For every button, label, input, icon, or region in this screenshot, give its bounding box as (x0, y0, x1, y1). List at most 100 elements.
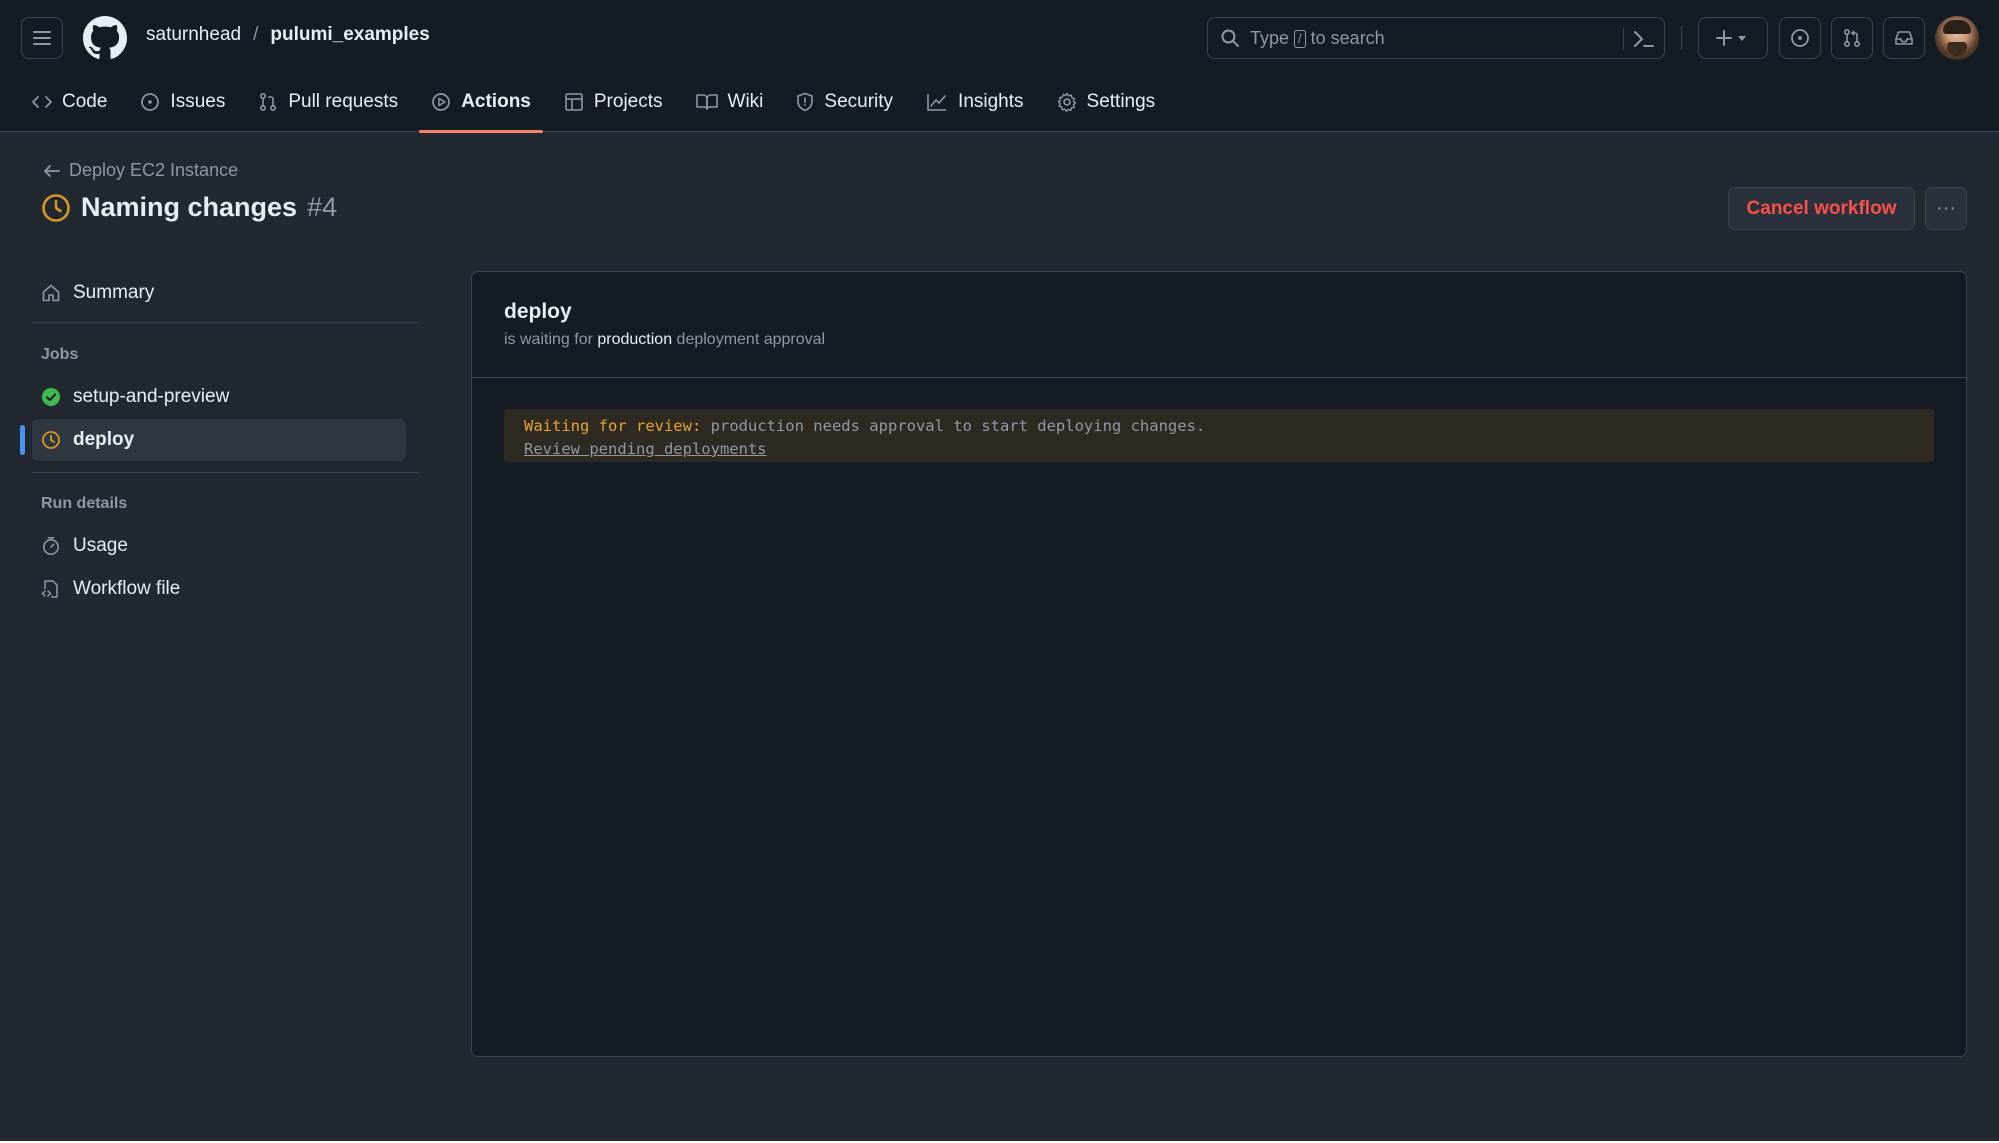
tab-label: Security (824, 91, 894, 112)
sidebar-item-usage[interactable]: Usage (32, 525, 406, 567)
sidebar-item-label: Usage (73, 535, 128, 556)
sidebar-item-label: Workflow file (73, 578, 181, 599)
job-panel: deploy is waiting for production deploym… (471, 271, 1967, 1057)
tab-projects[interactable]: Projects (552, 84, 675, 120)
global-header: saturnhead / pulumi_examples Type / to s… (0, 0, 1999, 133)
tab-settings[interactable]: Settings (1045, 84, 1168, 120)
breadcrumb-separator: / (253, 24, 259, 45)
inbox-button[interactable] (1883, 17, 1925, 59)
tab-label: Pull requests (288, 91, 399, 112)
search-shortcut-key: / (1294, 29, 1306, 48)
cancel-workflow-button[interactable]: Cancel workflow (1728, 187, 1915, 230)
avatar-hair (1943, 20, 1971, 34)
github-logo-icon[interactable] (83, 16, 127, 60)
more-options-button[interactable]: ··· (1925, 187, 1967, 230)
search-input[interactable]: Type / to search (1207, 17, 1665, 59)
search-placeholder-prefix: Type (1250, 28, 1290, 48)
job-status-text: is waiting for production deployment app… (504, 331, 825, 349)
clock-icon (42, 431, 60, 449)
tab-label: Settings (1086, 91, 1156, 112)
search-placeholder-suffix: to search (1310, 28, 1385, 48)
tab-label: Code (62, 91, 108, 112)
header-divider (1681, 26, 1682, 50)
tab-label: Insights (958, 91, 1024, 112)
notice-label: Waiting for review: (524, 417, 702, 435)
tab-pull-requests[interactable]: Pull requests (246, 84, 410, 120)
run-number: #4 (307, 192, 338, 222)
gear-icon (1057, 92, 1076, 112)
sidebar-job-deploy[interactable]: deploy (32, 419, 406, 461)
kebab-horizontal-icon: ··· (1936, 197, 1956, 219)
search-placeholder: Type / to search (1250, 28, 1385, 49)
pull-request-icon (260, 92, 277, 112)
graph-icon (927, 94, 947, 111)
notice-line: Waiting for review: production needs app… (524, 417, 1205, 435)
repo-name-link[interactable]: pulumi_examples (270, 24, 429, 46)
sidebar-divider (32, 472, 418, 473)
shield-icon (797, 92, 814, 112)
play-icon (432, 93, 451, 111)
arrow-left-icon (44, 164, 60, 177)
user-avatar[interactable] (1935, 16, 1979, 60)
sidebar-item-summary[interactable]: Summary (32, 272, 406, 314)
job-status-suffix: deployment approval (676, 331, 826, 348)
sidebar-item-label: deploy (73, 429, 135, 450)
tab-wiki[interactable]: Wiki (684, 84, 776, 120)
review-notice: Waiting for review: production needs app… (504, 409, 1934, 462)
page-title: Naming changes #4 (41, 192, 337, 223)
run-title: Naming changes (81, 192, 298, 222)
avatar-beard (1947, 42, 1967, 56)
command-palette-icon[interactable] (1632, 28, 1656, 50)
sidebar-divider (32, 322, 418, 323)
selected-indicator (20, 425, 25, 455)
workflow-name: Deploy EC2 Instance (69, 160, 239, 180)
repo-owner-link[interactable]: saturnhead (146, 24, 241, 46)
git-pull-request-icon (1843, 28, 1861, 48)
triangle-down-icon (1738, 36, 1746, 41)
sidebar-job-setup-and-preview[interactable]: setup-and-preview (32, 376, 406, 418)
table-icon (565, 93, 583, 111)
tab-security[interactable]: Security (784, 84, 905, 120)
run-details-heading: Run details (41, 495, 128, 512)
tab-label: Issues (170, 91, 226, 112)
clock-waiting-icon (42, 193, 70, 222)
issues-button[interactable] (1779, 17, 1821, 59)
tab-label: Actions (461, 91, 531, 112)
notice-text: production needs approval to start deplo… (710, 417, 1206, 435)
inbox-icon (1895, 31, 1913, 45)
search-divider (1623, 28, 1624, 50)
tab-insights[interactable]: Insights (914, 84, 1035, 120)
jobs-heading: Jobs (41, 346, 79, 363)
code-icon (32, 96, 52, 108)
search-icon (1221, 29, 1239, 47)
stopwatch-icon (43, 536, 59, 555)
review-pending-deployments-link[interactable]: Review pending deployments (524, 440, 767, 458)
tab-label: Wiki (727, 91, 764, 112)
environment-name: production (597, 331, 673, 348)
sidebar-item-workflow-file[interactable]: Workflow file (32, 568, 406, 610)
check-circle-fill-icon (42, 388, 60, 406)
file-code-icon (41, 580, 58, 598)
menu-button[interactable] (21, 17, 63, 59)
tab-code[interactable]: Code (20, 84, 119, 120)
sidebar-item-label: Summary (73, 282, 155, 303)
issue-icon (141, 93, 160, 111)
tab-issues[interactable]: Issues (128, 84, 237, 120)
issue-opened-icon (1791, 29, 1809, 47)
book-icon (695, 94, 718, 110)
home-icon (42, 284, 60, 302)
workflow-back-link[interactable]: Deploy EC2 Instance (43, 160, 238, 181)
job-name: deploy (504, 300, 572, 323)
repo-breadcrumb: saturnhead / pulumi_examples (146, 24, 430, 46)
tab-actions[interactable]: Actions (419, 84, 543, 133)
plus-icon (1716, 30, 1732, 46)
job-status-prefix: is waiting for (504, 331, 593, 348)
job-header: deploy is waiting for production deploym… (472, 272, 1966, 378)
pull-requests-button[interactable] (1831, 17, 1873, 59)
hamburger-icon (33, 31, 51, 45)
tab-label: Projects (593, 91, 663, 112)
page: saturnhead / pulumi_examples Type / to s… (0, 0, 1999, 1141)
repo-nav: Code Issues Pull requests Actions Projec… (20, 84, 1176, 133)
sidebar-item-label: setup-and-preview (73, 386, 230, 407)
create-new-button[interactable] (1698, 17, 1768, 59)
